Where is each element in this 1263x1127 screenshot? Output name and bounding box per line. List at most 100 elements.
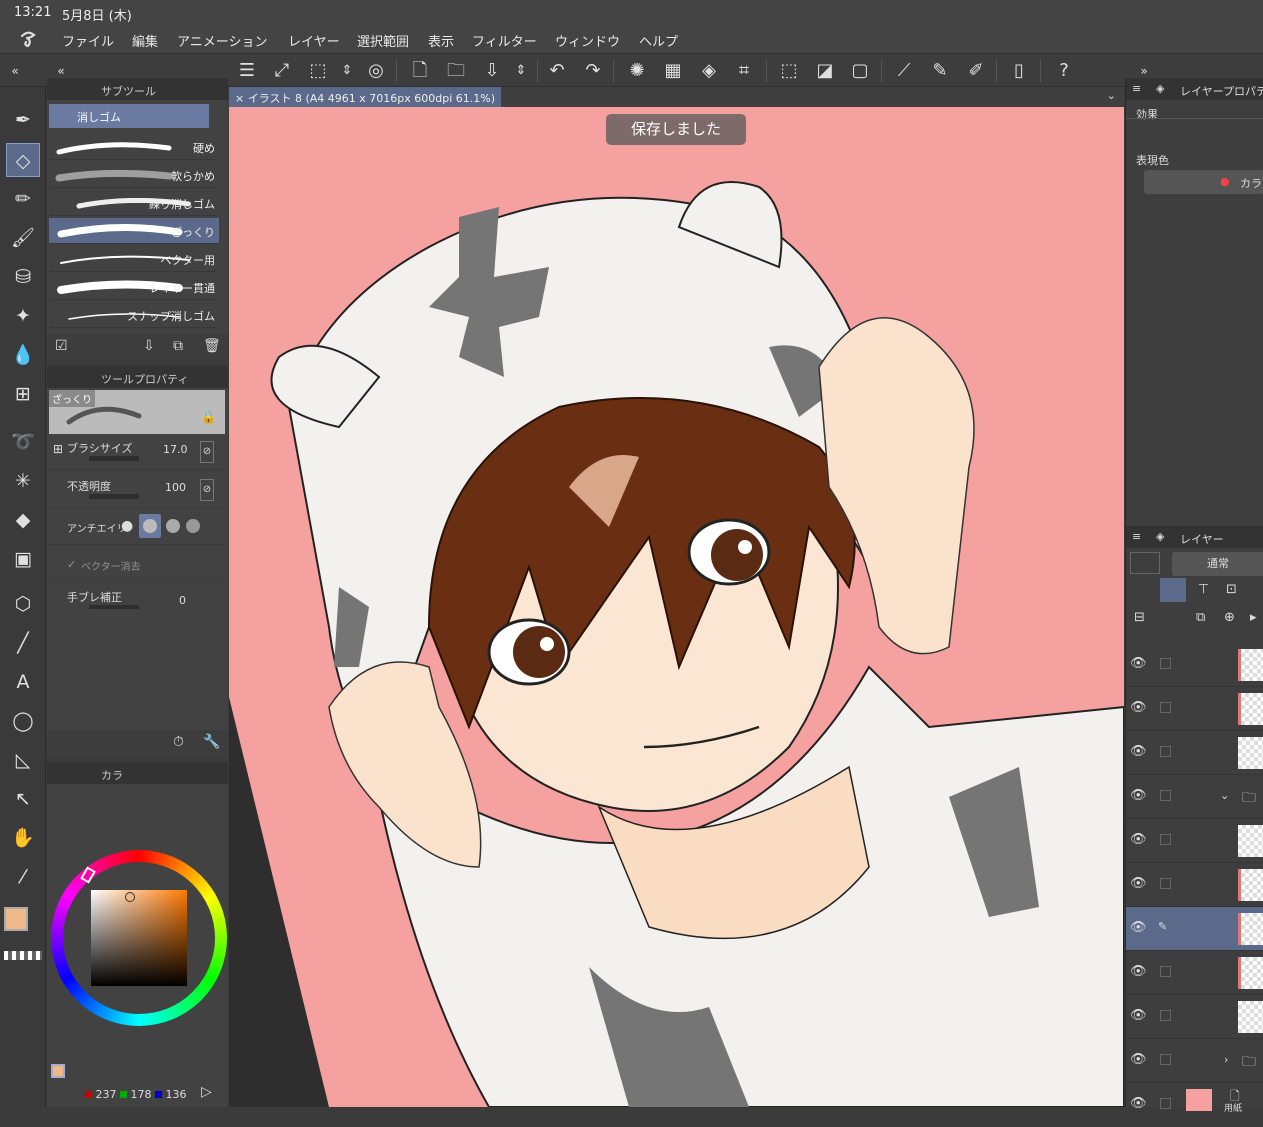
loading-icon[interactable]: ✺ <box>624 58 650 84</box>
correct-line-icon[interactable]: ↖ <box>6 782 40 816</box>
layer-folder-row[interactable]: 👁 › 🗀 <box>1126 1039 1263 1083</box>
main-color-swatch[interactable] <box>4 907 28 931</box>
eye-icon[interactable]: 👁 <box>1130 876 1147 891</box>
fill-bucket-icon[interactable]: ◆ <box>6 503 40 537</box>
layer-row[interactable]: 👁 <box>1126 731 1263 775</box>
pencil-icon[interactable]: ✏ <box>6 182 40 216</box>
import-icon[interactable]: ⇩ <box>143 338 155 354</box>
sv-handle[interactable] <box>125 892 135 902</box>
eye-icon[interactable]: 👁 <box>1130 700 1147 715</box>
eye-icon[interactable]: 👁 <box>1130 920 1147 935</box>
eraser-icon[interactable]: ◇ <box>6 143 40 177</box>
layer-row[interactable]: 👁 <box>1126 951 1263 995</box>
brush-through-layer[interactable]: レイヤー貫通 <box>49 274 219 300</box>
crop-icon[interactable]: ⌗ <box>731 58 757 84</box>
text-icon[interactable]: A <box>6 665 40 699</box>
decoration-icon[interactable]: ✦ <box>6 299 40 333</box>
transform-icon[interactable]: ⬚ <box>305 58 331 84</box>
grid-icon[interactable]: ⊞ <box>6 377 40 411</box>
device-icon[interactable]: ▯ <box>1006 58 1032 84</box>
menu-window[interactable]: ウィンドウ <box>555 31 620 50</box>
brush-tool-icon[interactable]: ✎ <box>927 58 953 84</box>
spiral-icon[interactable]: ◎ <box>363 58 389 84</box>
aa-mid-icon[interactable] <box>165 516 181 539</box>
hue-ring[interactable] <box>51 850 227 1026</box>
document-tab[interactable]: × イラスト 8 (A4 4961 x 7016px 600dpi 61.1%) <box>229 87 502 107</box>
blend-mode-select[interactable]: 通常 <box>1172 552 1263 576</box>
brush-kneaded[interactable]: 練り消しゴム <box>49 190 219 216</box>
aa-strong-icon[interactable] <box>185 516 201 539</box>
menu-animation[interactable]: アニメーション <box>177 31 267 50</box>
chevron-down-icon[interactable]: ⌄ <box>1220 789 1229 802</box>
subtool-group[interactable]: 消しゴム <box>49 104 209 128</box>
eye-icon[interactable]: 👁 <box>1130 1052 1147 1067</box>
eye-icon[interactable]: 👁 <box>1130 1096 1147 1111</box>
menu-edit[interactable]: 編集 <box>132 31 158 50</box>
fit-icon[interactable]: ⤢ <box>269 58 295 84</box>
pressure-icon[interactable]: ⊘ <box>200 441 214 463</box>
chevron-right-icon[interactable]: › <box>1224 1053 1228 1066</box>
layer-row-selected[interactable]: 👁 ✎ <box>1126 907 1263 951</box>
menu-filter[interactable]: フィルター <box>472 31 537 50</box>
brush-soft[interactable]: 軟らかめ <box>49 162 219 188</box>
balloon-icon[interactable]: ◯ <box>6 704 40 738</box>
deselect-icon[interactable]: ⬚ <box>776 58 802 84</box>
color-mode-button[interactable]: ● カラ <box>1144 170 1263 194</box>
layer-row[interactable]: 👁 <box>1126 687 1263 731</box>
subtool-settings-icon[interactable]: ☑ <box>55 338 68 354</box>
select-all-icon[interactable]: ▦ <box>660 58 686 84</box>
pen-tool-icon[interactable]: ✐ <box>963 58 989 84</box>
tab-chevron-icon[interactable]: ⌄ <box>1107 89 1116 102</box>
selection-border-icon[interactable]: ▢ <box>847 58 873 84</box>
eye-icon[interactable]: 👁 <box>1130 1008 1147 1023</box>
opacity-row[interactable]: 不透明度 100 ⊘ <box>47 472 228 508</box>
eye-icon[interactable]: 👁 <box>1130 744 1147 759</box>
menu-view[interactable]: 表示 <box>428 31 454 50</box>
lock-alpha-icon[interactable]: ⊡ <box>1226 582 1237 597</box>
brush-icon[interactable]: 🖌 <box>6 221 40 255</box>
clip-icon[interactable] <box>1160 578 1186 602</box>
new-layer-icon[interactable]: ⧉ <box>1196 610 1205 625</box>
undo-icon[interactable]: ↶ <box>544 58 570 84</box>
brush-size-row[interactable]: ⊞ ブラシサイズ 17.0 ⊘ <box>47 434 228 470</box>
eye-icon[interactable]: 👁 <box>1130 656 1147 671</box>
hand-icon[interactable]: ✋ <box>6 821 40 855</box>
pen-icon[interactable]: ✒ <box>6 103 40 137</box>
line-icon[interactable]: ╱ <box>6 626 40 660</box>
menu-layer[interactable]: レイヤー <box>288 31 340 50</box>
redo-icon[interactable]: ↷ <box>580 58 606 84</box>
brush-vector[interactable]: ベクター用 <box>49 246 219 272</box>
layer-row[interactable]: 👁 <box>1126 863 1263 907</box>
blend-icon[interactable]: 💧 <box>6 338 40 372</box>
reference-icon[interactable]: ⊤ <box>1198 582 1209 597</box>
help-icon[interactable]: ? <box>1051 58 1077 84</box>
invert-icon[interactable]: ◪ <box>812 58 838 84</box>
wrench-icon[interactable]: 🔧 <box>203 734 220 750</box>
collapse-left-icon[interactable]: « <box>2 58 28 84</box>
brush-hard[interactable]: 硬め <box>49 134 219 160</box>
brush-snap[interactable]: スナップ消しゴム <box>49 302 219 328</box>
open-folder-icon[interactable]: 🗀 <box>443 58 469 84</box>
paper-layer-row[interactable]: 👁 🗋 用紙 <box>1126 1083 1263 1127</box>
layer-menu-icon[interactable]: ⊟ <box>1134 610 1145 625</box>
aa-none-icon[interactable]: ● <box>121 518 133 534</box>
lasso-icon[interactable]: ➰ <box>6 425 40 459</box>
menu-file[interactable]: ファイル <box>62 31 114 50</box>
antialias-row[interactable]: アンチエイリ ● <box>47 509 228 545</box>
layer-row[interactable]: 👁 <box>1126 819 1263 863</box>
stabilization-value[interactable]: 0 <box>179 594 186 607</box>
airbrush-icon[interactable]: ⛁ <box>6 260 40 294</box>
ruler-icon[interactable]: ⟋ <box>891 58 917 84</box>
object-select-icon[interactable]: ⬡ <box>6 587 40 621</box>
layer-row[interactable]: 👁 <box>1126 643 1263 687</box>
stepper2-icon[interactable]: ⇕ <box>508 58 534 84</box>
transparent-swatch[interactable] <box>4 951 42 960</box>
menu-selection[interactable]: 選択範囲 <box>357 31 409 50</box>
eye-icon[interactable]: 👁 <box>1130 832 1147 847</box>
brush-size-value[interactable]: 17.0 <box>163 443 188 456</box>
reset-icon[interactable]: ⏱ <box>173 734 184 750</box>
magic-wand-icon[interactable]: ✳ <box>6 464 40 498</box>
menu-help[interactable]: ヘルプ <box>639 31 678 50</box>
lock-icon[interactable]: 🔒 <box>201 410 216 424</box>
canvas[interactable]: 保存しました <box>229 107 1124 1107</box>
